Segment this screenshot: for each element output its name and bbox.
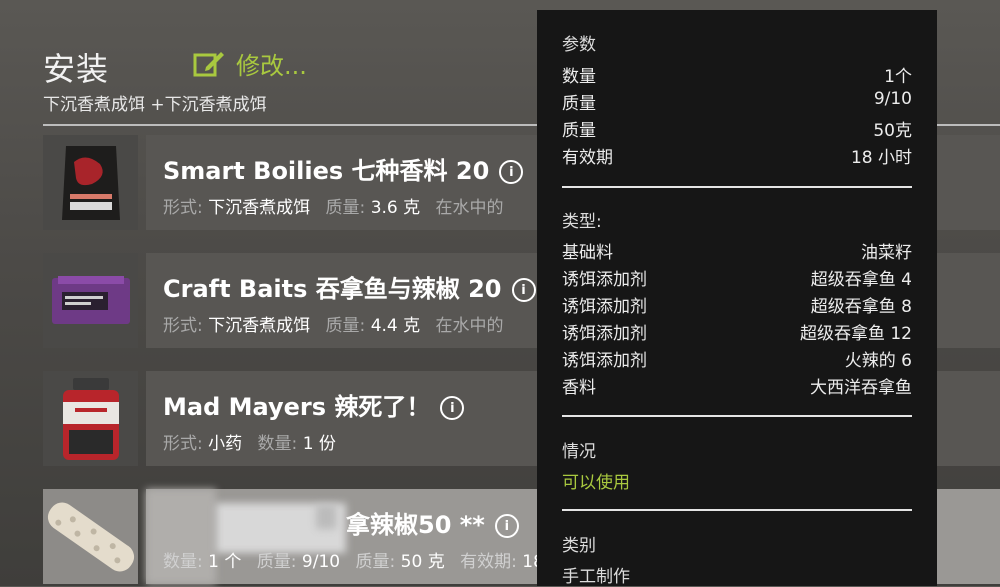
type-row: 香料 大西洋吞拿鱼 [562,378,912,398]
type-row: 诱饵添加剂 超级吞拿鱼 12 [562,324,912,344]
bait-box-icon [43,253,138,348]
info-icon[interactable]: i [511,278,536,302]
bait-bag-icon [43,135,138,230]
param-row: 质量 9/10 [562,89,912,114]
edit-icon [193,51,224,76]
edit-label: 修改... [236,52,307,80]
item-name: Mad Mayers 辣死了！ i [163,387,465,422]
page-title: 安装 [43,50,110,88]
item-meta: 形式: 下沉香煮成饵 质量: 3.6 克 在水中的 [163,198,504,218]
type-row: 诱饵添加剂 火辣的 6 [562,351,912,371]
param-row: 质量 50克 [562,121,912,141]
item-meta: 数量: 1 个 质量: 9/10 质量: 50 克 有效期: 18 [163,552,544,572]
rig-summary: 下沉香煮成饵 +下沉香煮成饵 [43,95,267,115]
type-title: 类型: [562,212,602,232]
type-row: 诱饵添加剂 超级吞拿鱼 4 [562,270,912,290]
category-value: 手工制作 [562,567,630,587]
item-name: Craft Baits 吞拿鱼与辣椒 20 i [163,269,536,304]
info-icon[interactable]: i [499,160,524,184]
info-icon[interactable]: i [440,396,465,420]
bait-jar-icon [43,371,138,466]
info-icon[interactable]: i [494,514,519,538]
item-meta: 形式: 下沉香煮成饵 质量: 4.4 克 在水中的 [163,316,504,336]
status-value: 可以使用 [562,473,630,493]
item-name: Smart Boilies 七种香料 20 i [163,151,524,186]
type-row: 诱饵添加剂 超级吞拿鱼 8 [562,297,912,317]
item-meta: 形式: 小药 数量: 1 份 [163,434,336,454]
panel-divider [562,186,912,188]
status-title: 情况 [562,442,596,462]
type-row: 基础料 油菜籽 [562,243,912,263]
panel-divider [562,415,912,417]
params-title: 参数 [562,35,596,55]
details-tooltip: 参数 数量 1个 质量 9/10 质量 50克 有效期 18 小时 类型: 基础料 油菜籽… [537,10,937,587]
param-row: 数量 1个 [562,67,912,87]
item-name: 拿辣椒50 ** i [346,505,519,540]
panel-divider [562,509,912,511]
param-row: 有效期 18 小时 [562,148,912,168]
boilie-stick-icon [43,489,138,584]
category-title: 类别 [562,536,596,556]
redacted-area [316,505,336,529]
edit-button[interactable]: 修改... [192,46,307,81]
